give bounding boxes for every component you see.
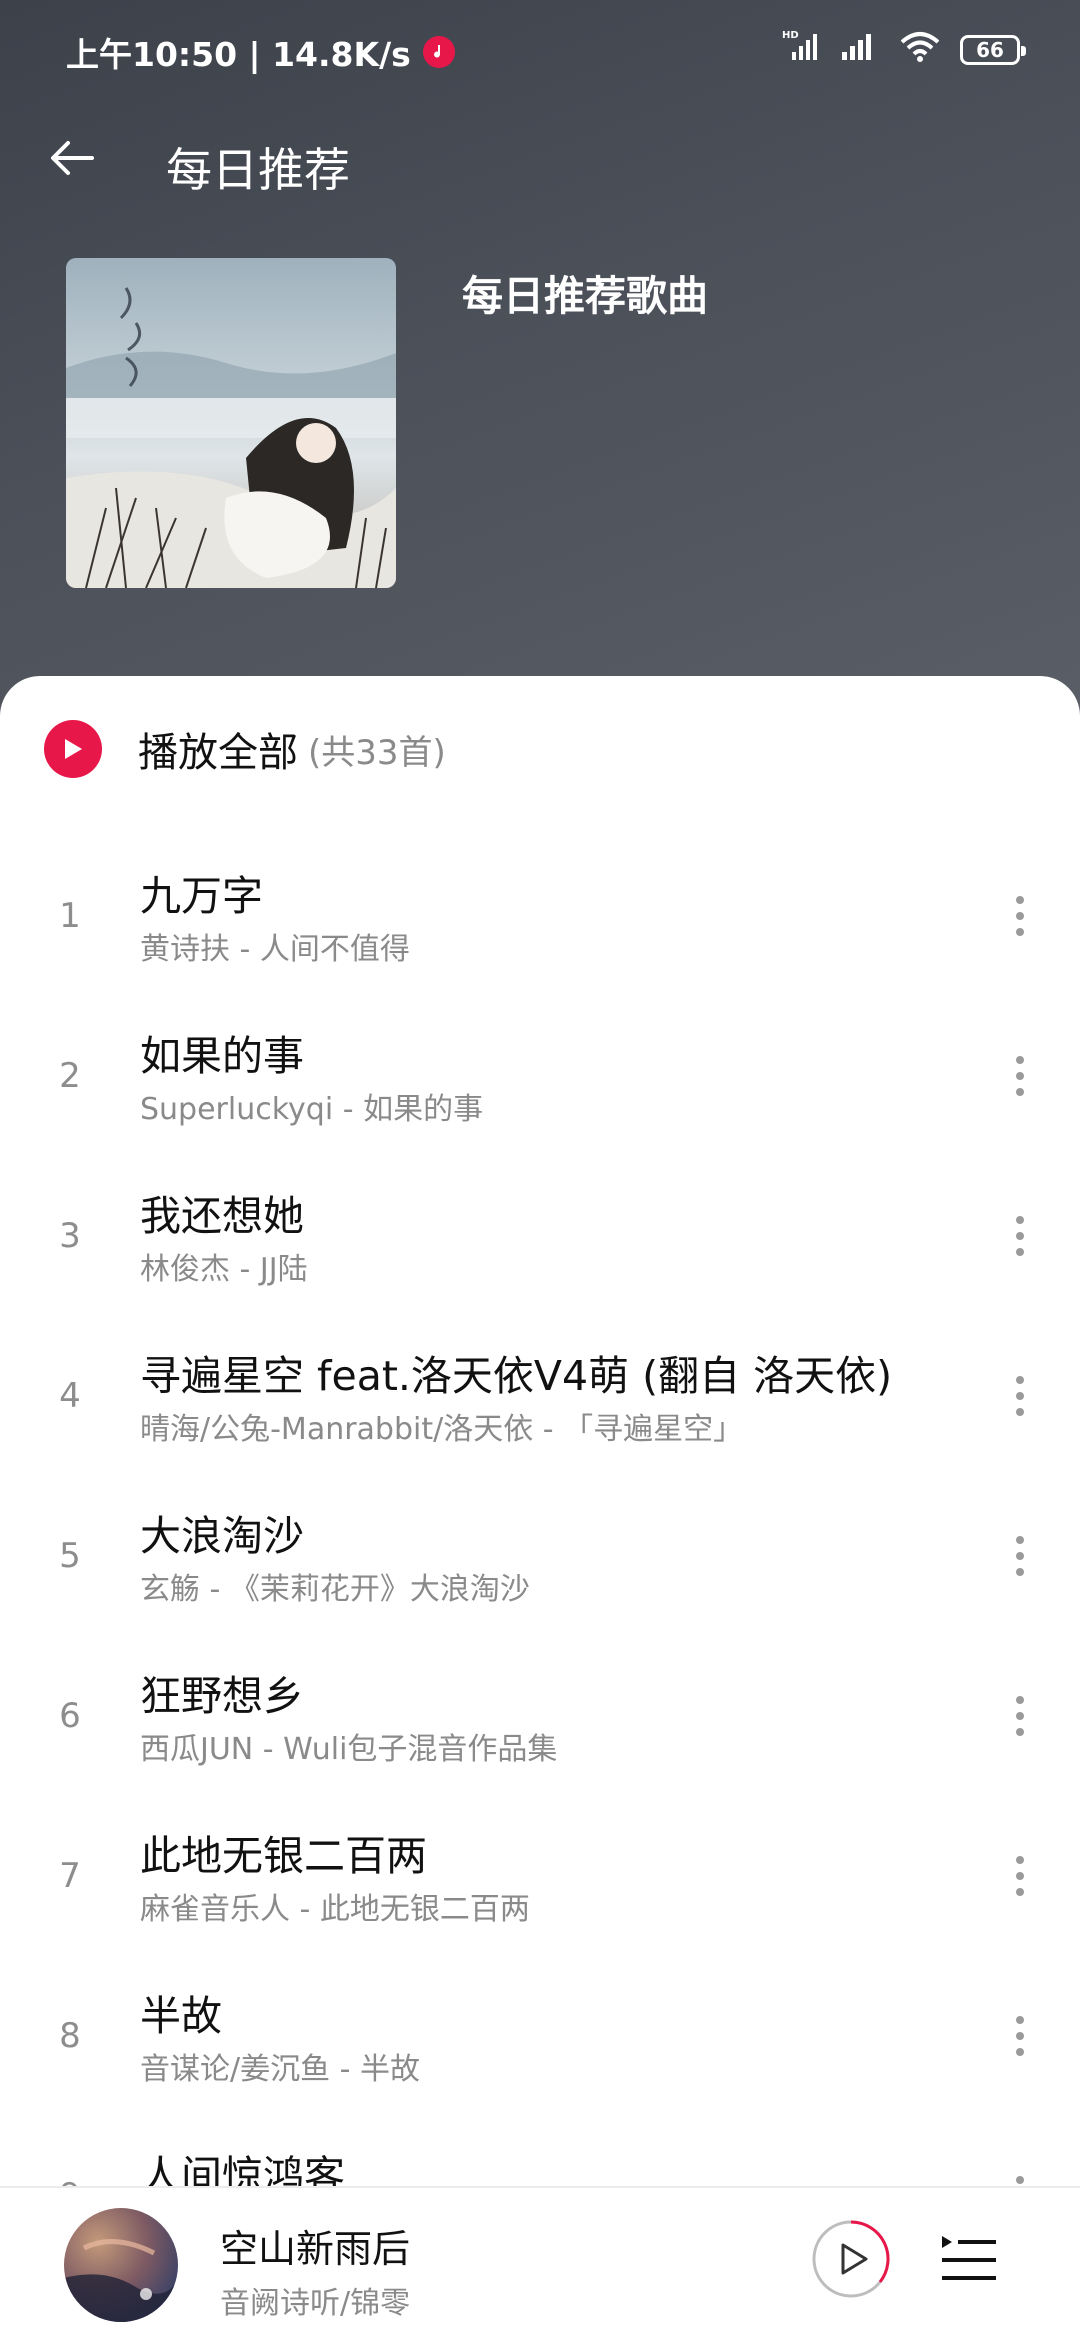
song-index: 9	[0, 2176, 140, 2186]
song-title: 我还想她	[140, 1192, 304, 1240]
arrow-left-icon	[51, 141, 94, 175]
song-artist-album: 晴海/公兔-Manrabbit/洛天依 - 「寻遍星空」	[140, 1412, 744, 1447]
song-title: 人间惊鸿客	[140, 2152, 345, 2186]
song-artist-album: 黄诗扶 - 人间不值得	[140, 932, 410, 967]
song-title: 如果的事	[140, 1032, 304, 1080]
playlist-cover[interactable]	[66, 258, 396, 588]
more-options-icon[interactable]	[990, 880, 1050, 952]
status-left: 上午10:50 | 14.8K/s	[66, 28, 455, 76]
queue-list-icon	[942, 2236, 996, 2280]
song-index: 5	[59, 1536, 81, 1576]
song-artist-album: Superluckyqi - 如果的事	[140, 1092, 484, 1127]
music-notification-icon	[422, 36, 455, 68]
status-bar: 上午10:50 | 14.8K/s HD 66	[0, 0, 1080, 96]
more-options-icon[interactable]	[990, 1040, 1050, 1112]
song-row[interactable]: 8 半故 音谋论/姜沉鱼 - 半故	[0, 1956, 1080, 2116]
status-right: HD 66	[782, 28, 1026, 72]
play-circle-icon	[812, 2220, 890, 2298]
playlist-title: 每日推荐歌曲	[462, 272, 708, 320]
song-title: 狂野想乡	[140, 1672, 304, 1720]
play-all-label: 播放全部	[138, 730, 298, 776]
song-list: 1 九万字 黄诗扶 - 人间不值得 2 如果的事 Superluckyqi - …	[0, 836, 1080, 2186]
song-title: 大浪淘沙	[140, 1512, 304, 1560]
song-artist-album: 玄觞 - 《茉莉花开》大浪淘沙	[140, 1572, 530, 1607]
song-row[interactable]: 4 寻遍星空 feat.洛天依V4萌 (翻自 洛天依) 晴海/公兔-Manrab…	[0, 1316, 1080, 1476]
song-index: 6	[59, 1696, 81, 1736]
play-icon	[44, 720, 102, 778]
song-index: 4	[59, 1376, 81, 1416]
song-row[interactable]: 5 大浪淘沙 玄觞 - 《茉莉花开》大浪淘沙	[0, 1476, 1080, 1636]
more-options-icon[interactable]	[990, 1200, 1050, 1272]
now-playing-artist: 音阙诗听/锦零	[220, 2286, 411, 2321]
song-title: 寻遍星空 feat.洛天依V4萌 (翻自 洛天依)	[140, 1352, 893, 1400]
now-playing-cover[interactable]	[64, 2208, 178, 2322]
song-title: 九万字	[140, 872, 263, 920]
song-artist-album: 林俊杰 - JJ陆	[140, 1252, 308, 1287]
now-playing-title: 空山新雨后	[220, 2227, 411, 2271]
song-list-panel: 播放全部 (共33首) 1 九万字 黄诗扶 - 人间不值得 2 如果的事 Sup…	[0, 676, 1080, 2186]
play-all-button[interactable]: 播放全部 (共33首)	[44, 714, 446, 784]
song-row[interactable]: 9 人间惊鸿客	[0, 2116, 1080, 2186]
more-options-icon[interactable]	[990, 1360, 1050, 1432]
song-row[interactable]: 3 我还想她 林俊杰 - JJ陆	[0, 1156, 1080, 1316]
signal-icon	[840, 30, 880, 70]
song-row[interactable]: 6 狂野想乡 西瓜JUN - Wuli包子混音作品集	[0, 1636, 1080, 1796]
song-row[interactable]: 2 如果的事 Superluckyqi - 如果的事	[0, 996, 1080, 1156]
song-title: 此地无银二百两	[140, 1832, 427, 1880]
song-index: 7	[59, 1856, 81, 1896]
status-time-speed: 上午10:50 | 14.8K/s	[66, 35, 411, 74]
battery-icon: 66	[960, 35, 1026, 65]
more-options-icon[interactable]	[990, 1840, 1050, 1912]
song-index: 8	[59, 2016, 81, 2056]
song-index: 1	[59, 896, 81, 936]
song-artist-album: 麻雀音乐人 - 此地无银二百两	[140, 1892, 530, 1927]
battery-level: 66	[976, 38, 1004, 62]
wifi-icon	[898, 30, 942, 70]
mini-player[interactable]: 空山新雨后 音阙诗听/锦零	[0, 2186, 1080, 2340]
svg-text:HD: HD	[782, 30, 799, 41]
more-options-icon[interactable]	[990, 2000, 1050, 2072]
nav-bar: 每日推荐	[0, 96, 1080, 236]
song-index: 3	[59, 1216, 81, 1256]
page-title: 每日推荐	[166, 143, 350, 197]
hd-signal-icon: HD	[782, 28, 822, 72]
more-options-icon[interactable]	[990, 1680, 1050, 1752]
song-row[interactable]: 1 九万字 黄诗扶 - 人间不值得	[0, 836, 1080, 996]
play-pause-button[interactable]	[810, 2218, 892, 2300]
song-title: 半故	[140, 1992, 222, 2040]
song-row[interactable]: 7 此地无银二百两 麻雀音乐人 - 此地无银二百两	[0, 1796, 1080, 1956]
song-artist-album: 音谋论/姜沉鱼 - 半故	[140, 2052, 421, 2087]
song-artist-album: 西瓜JUN - Wuli包子混音作品集	[140, 1732, 558, 1767]
more-options-icon[interactable]	[990, 1520, 1050, 1592]
back-button[interactable]	[40, 126, 104, 190]
play-all-count: (共33首)	[308, 732, 446, 773]
more-options-icon[interactable]	[990, 2160, 1050, 2186]
song-index: 2	[59, 1056, 81, 1096]
playlist-queue-button[interactable]	[938, 2228, 1000, 2290]
